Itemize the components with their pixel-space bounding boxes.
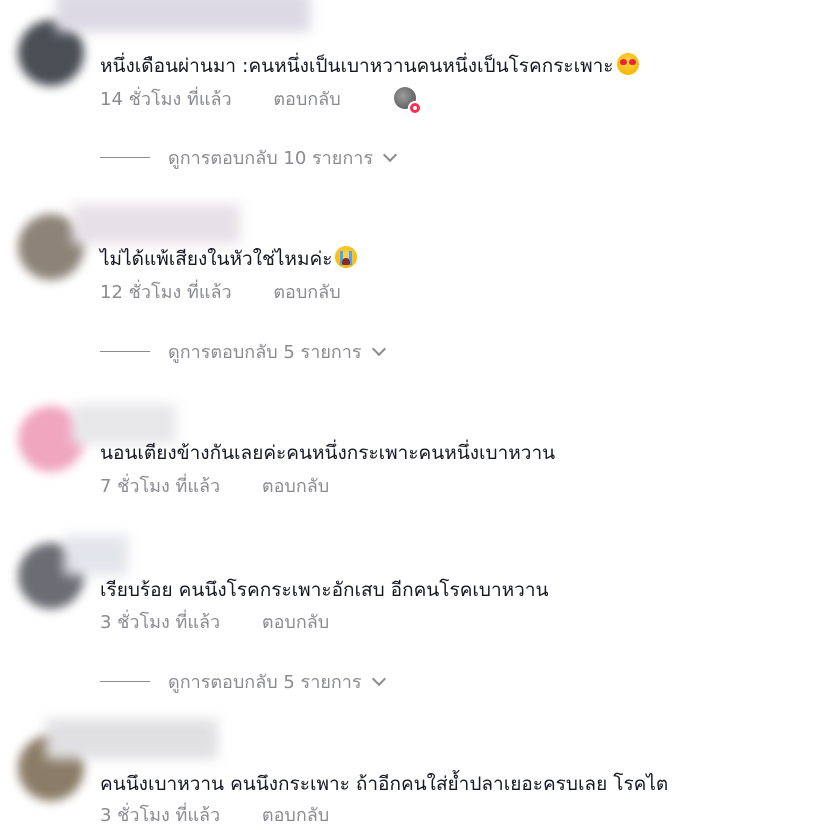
chevron-down-icon: [371, 671, 386, 687]
comment-item: นอนเตียงข้างกันเลยค่ะคนหนึ่งกระเพาะคนหนึ…: [0, 390, 826, 520]
comment-text-content: เรียบร้อย คนนึงโรคกระเพาะอักเสบ อีกคนโรค…: [100, 579, 549, 601]
chevron-down-icon: [382, 147, 398, 163]
comment-text-content: หนึ่งเดือนผ่านมา :คนหนึ่งเป็นเบาหวานคนหน…: [100, 55, 614, 77]
comment-text: นอนเตียงข้างกันเลยค่ะคนหนึ่งกระเพาะคนหนึ…: [100, 440, 555, 466]
view-replies-label: ดูการตอบกลับ 5 รายการ: [168, 342, 362, 363]
comment-meta: 3 ชั่วโมง ที่แล้ว ตอบกลับ: [100, 611, 329, 635]
comment-meta: 7 ชั่วโมง ที่แล้ว ตอบกลับ: [100, 475, 329, 499]
comment-meta: 14 ชั่วโมง ที่แล้ว ตอบกลับ: [100, 87, 423, 115]
heart-icon: [408, 101, 423, 115]
comment-time: 3 ชั่วโมง ที่แล้ว: [100, 805, 221, 826]
view-replies-label: ดูการตอบกลับ 10 รายการ: [168, 148, 373, 169]
comment-text-content: นอนเตียงข้างกันเลยค่ะคนหนึ่งกระเพาะคนหนึ…: [100, 442, 556, 464]
divider-line: [100, 157, 150, 158]
comment-text: เรียบร้อย คนนึงโรคกระเพาะอักเสบ อีกคนโรค…: [100, 577, 549, 603]
comment-item: หนึ่งเดือนผ่านมา :คนหนึ่งเป็นเบาหวานคนหน…: [0, 0, 826, 190]
reply-button[interactable]: ตอบกลับ: [273, 88, 340, 112]
view-replies-button[interactable]: ดูการตอบกลับ 5 รายการ: [100, 341, 386, 365]
crying-emoji: [335, 246, 358, 268]
chevron-down-icon: [371, 341, 386, 357]
view-replies-label: ดูการตอบกลับ 5 รายการ: [168, 672, 362, 693]
comment-text: หนึ่งเดือนผ่านมา :คนหนึ่งเป็นเบาหวานคนหน…: [100, 53, 639, 79]
comment-item: คนนึงเบาหวาน คนนึงกระเพาะ ถ้าอีกคนใส่ย้ำ…: [0, 715, 826, 830]
heart-eyes-emoji: [616, 53, 639, 75]
reply-button[interactable]: ตอบกลับ: [273, 281, 340, 305]
comment-time: 7 ชั่วโมง ที่แล้ว: [100, 476, 221, 497]
comment-time: 3 ชั่วโมง ที่แล้ว: [100, 612, 221, 633]
comment-item: ไม่ได้แพ้เสียงในหัวใช่ไหมค่ะ 12 ชั่วโมง …: [0, 190, 826, 390]
view-replies-button[interactable]: ดูการตอบกลับ 5 รายการ: [100, 671, 386, 695]
comment-time: 12 ชั่วโมง ที่แล้ว: [100, 282, 232, 303]
view-replies-button[interactable]: ดูการตอบกลับ 10 รายการ: [100, 147, 398, 171]
username-blurred[interactable]: [72, 404, 176, 444]
comment-text-content: ไม่ได้แพ้เสียงในหัวใช่ไหมค่ะ: [100, 248, 333, 270]
comment-meta: 12 ชั่วโมง ที่แล้ว ตอบกลับ: [100, 281, 341, 305]
comment-text-content: คนนึงเบาหวาน คนนึงกระเพาะ ถ้าอีกคนใส่ย้ำ…: [100, 773, 669, 795]
comment-time: 14 ชั่วโมง ที่แล้ว: [100, 89, 232, 110]
reply-button[interactable]: ตอบกลับ: [262, 475, 329, 499]
comment-item: เรียบร้อย คนนึงโรคกระเพาะอักเสบ อีกคนโรค…: [0, 525, 826, 715]
creator-liked-avatar: [394, 87, 423, 115]
comment-meta: 3 ชั่วโมง ที่แล้ว ตอบกลับ: [100, 804, 329, 828]
reply-button[interactable]: ตอบกลับ: [262, 804, 329, 828]
username-blurred[interactable]: [64, 535, 128, 575]
comment-text: คนนึงเบาหวาน คนนึงกระเพาะ ถ้าอีกคนใส่ย้ำ…: [100, 771, 668, 797]
username-blurred[interactable]: [46, 719, 218, 759]
divider-line: [100, 681, 150, 682]
username-blurred[interactable]: [72, 204, 240, 244]
reply-button[interactable]: ตอบกลับ: [262, 611, 329, 635]
divider-line: [100, 351, 150, 352]
comment-text: ไม่ได้แพ้เสียงในหัวใช่ไหมค่ะ: [100, 246, 358, 272]
username-blurred[interactable]: [56, 0, 310, 32]
